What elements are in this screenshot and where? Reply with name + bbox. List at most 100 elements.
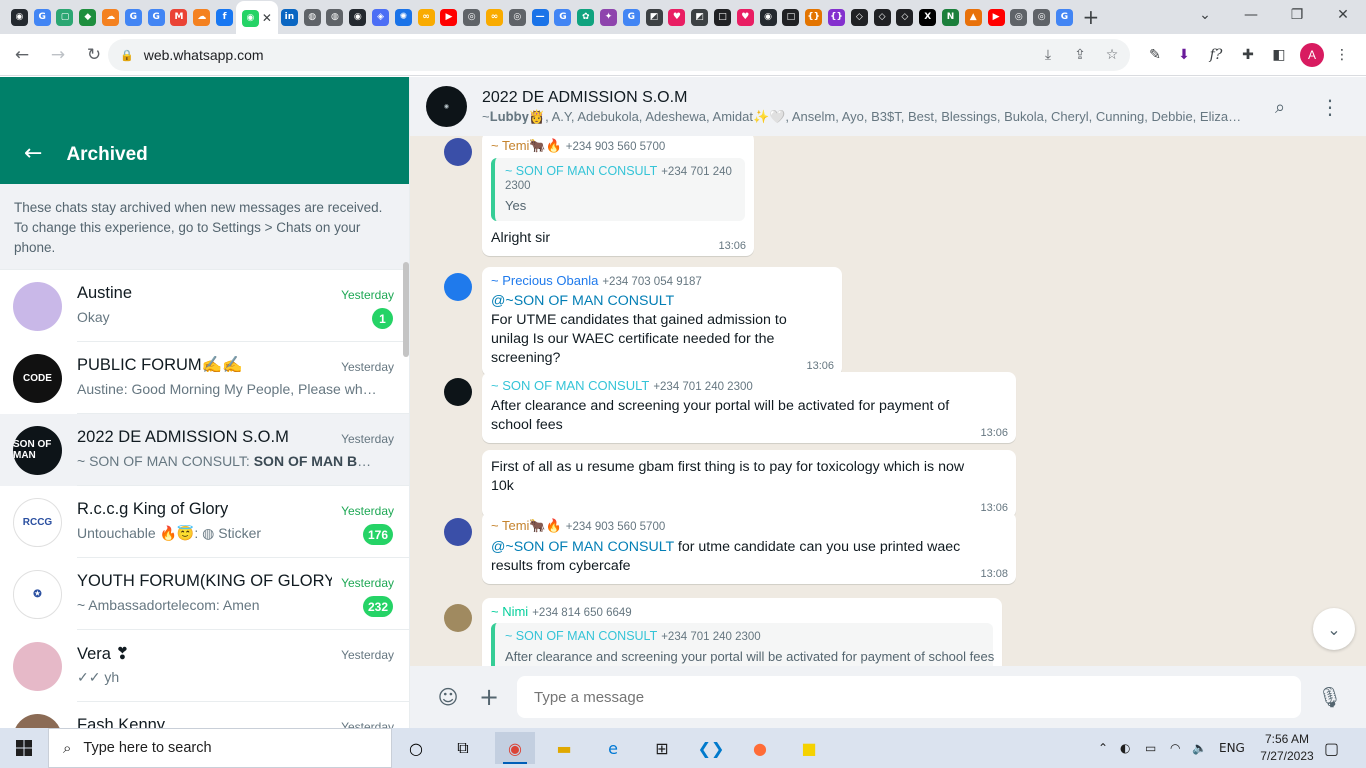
browser-tab[interactable]: ☁ (99, 2, 122, 32)
browser-tab[interactable]: G (1053, 2, 1076, 32)
windows-start-icon[interactable] (0, 728, 48, 768)
browser-tab[interactable]: ☁ (190, 2, 213, 32)
chat-list-scrollbar[interactable] (403, 262, 409, 357)
browser-tab[interactable]: — (529, 2, 552, 32)
browser-tab[interactable]: ◩ (688, 2, 711, 32)
browser-tab[interactable]: □ (711, 2, 734, 32)
sticky-notes-icon[interactable]: ■ (789, 732, 829, 764)
url-text[interactable]: web.whatsapp.com (144, 47, 264, 63)
browser-tab[interactable]: in (278, 2, 301, 32)
group-avatar[interactable]: ◉ (426, 86, 467, 127)
battery-icon[interactable]: ▭ (1145, 728, 1156, 768)
conversation-header[interactable]: ◉ 2022 DE ADMISSION S.O.M ~𝐋𝐮𝐛𝐛𝐲👸, A.Y, … (410, 77, 1366, 136)
tab-search-icon[interactable]: ⌄ (1182, 0, 1228, 30)
browser-tab[interactable]: ◍ (324, 2, 347, 32)
chrome-menu-icon[interactable]: ⋮ (1330, 43, 1354, 67)
browser-tab[interactable]: ◎ (1007, 2, 1030, 32)
task-view-icon[interactable]: ⧉ (443, 732, 483, 764)
message-bubble[interactable]: ~ SON OF MAN CONSULT +234 701 240 2300 Aft… (482, 372, 1016, 443)
browser-tab[interactable]: ◆ (76, 2, 99, 32)
volume-icon[interactable]: 🔈 (1192, 728, 1207, 768)
forward-icon[interactable]: → (42, 39, 74, 71)
browser-tab[interactable]: G (552, 2, 575, 32)
chat-list-item[interactable]: CODE PUBLIC FORUM✍✍ Austine: Good Morning … (0, 342, 409, 414)
sender-avatar[interactable] (444, 138, 472, 166)
tray-network-app-icon[interactable]: ◐ (1120, 728, 1130, 768)
download-extension-icon[interactable]: ⬇ (1172, 43, 1196, 67)
browser-tab[interactable]: G (122, 2, 145, 32)
tray-chevron-icon[interactable]: ⌃ (1098, 728, 1108, 768)
menu-icon[interactable]: ⋮ (1318, 95, 1342, 119)
browser-tab[interactable]: ◩ (643, 2, 666, 32)
browser-tab[interactable]: ▶ (438, 2, 461, 32)
chat-list-item[interactable]: RCCG R.c.c.g King of Glory Untouchable 🔥😇:… (0, 486, 409, 558)
scroll-down-icon[interactable]: ⌄ (1313, 608, 1355, 650)
eyedropper-extension-icon[interactable]: ✎ (1143, 43, 1167, 67)
message-bubble[interactable]: ~ Temi🐂🔥 +234 903 560 5700 @~SON OF MAN CO… (482, 512, 1016, 584)
browser-tab[interactable]: ∞ (415, 2, 438, 32)
browser-tab[interactable]: □ (780, 2, 803, 32)
browser-tab[interactable]: {} (825, 2, 848, 32)
message-sender-name[interactable]: ~ Temi🐂🔥 (491, 138, 562, 153)
group-title[interactable]: 2022 DE ADMISSION S.O.M (482, 89, 687, 107)
clock[interactable]: 7:56 AM 7/27/2023 (1254, 731, 1320, 765)
browser-tab[interactable]: ✦ (597, 2, 620, 32)
message-bubble[interactable]: ~ Precious Obanla +234 703 054 9187 @~SON … (482, 267, 842, 376)
postman-icon[interactable]: ● (740, 732, 780, 764)
group-logo-icon[interactable]: SON OF MAN (13, 425, 62, 475)
sender-avatar[interactable] (444, 273, 472, 301)
message-sender-name[interactable]: ~ Precious Obanla (491, 273, 598, 288)
share-icon[interactable]: ⇪ (1070, 45, 1090, 65)
mention-link[interactable]: @~SON OF MAN CONSULT (491, 539, 674, 555)
browser-tab[interactable]: ▶ (985, 2, 1008, 32)
browser-tab[interactable]: f (213, 2, 236, 32)
sender-avatar[interactable] (444, 518, 472, 546)
tab-whatsapp-active[interactable]: ◉ ✕ (235, 1, 278, 35)
browser-tab[interactable]: ◇ (871, 2, 894, 32)
chrome-taskbar-icon[interactable]: ◉ (495, 732, 535, 764)
close-window-icon[interactable]: ✕ (1320, 0, 1366, 30)
browser-tab[interactable]: ◇ (848, 2, 871, 32)
fonts-extension-icon[interactable]: f? (1204, 43, 1228, 67)
restore-icon[interactable]: ❐ (1274, 0, 1320, 30)
chat-list-item[interactable]: Vera ❣ ✓✓ yh Yesterday (0, 630, 409, 702)
profile-avatar[interactable]: A (1300, 43, 1324, 67)
browser-tab[interactable]: G (145, 2, 168, 32)
search-icon[interactable]: ⌕ (1268, 95, 1292, 119)
bookmark-star-icon[interactable]: ☆ (1102, 45, 1122, 65)
address-bar[interactable]: 🔒 web.whatsapp.com ⤓ ⇪ ☆ (108, 39, 1130, 71)
back-arrow-icon[interactable]: ← (24, 141, 42, 166)
browser-tab[interactable]: ♥ (666, 2, 689, 32)
taskbar-search[interactable]: ⌕ Type here to search (48, 728, 392, 768)
microphone-icon[interactable]: 🎙 (1317, 684, 1343, 710)
browser-tab[interactable]: ✿ (574, 2, 597, 32)
browser-tab[interactable]: ✺ (392, 2, 415, 32)
rccg-logo-icon[interactable]: RCCG (13, 497, 62, 547)
browser-tab[interactable]: G (620, 2, 643, 32)
emoji-icon[interactable]: ☺ (435, 684, 461, 710)
browser-tab[interactable]: M (168, 2, 191, 32)
language-indicator[interactable]: ENG (1219, 728, 1245, 768)
browser-tab[interactable]: ♥ (734, 2, 757, 32)
minimize-icon[interactable]: — (1228, 0, 1274, 30)
message-input[interactable] (517, 676, 1301, 718)
browser-tab[interactable]: ◉ (346, 2, 369, 32)
message-bubble[interactable]: ~ Temi🐂🔥 +234 903 560 5700 ~ SON OF MAN CO… (482, 136, 754, 256)
notifications-icon[interactable]: ▢ (1324, 728, 1339, 768)
store-icon[interactable]: ⊞ (642, 732, 682, 764)
chat-list-item[interactable]: Fash Kenny Yesterday (0, 702, 409, 728)
new-tab-button[interactable]: + (1076, 5, 1106, 29)
lock-icon[interactable]: 🔒 (120, 49, 134, 62)
browser-tab[interactable]: {} (802, 2, 825, 32)
chat-list-item[interactable]: Austine Okay Yesterday 1 (0, 270, 409, 342)
install-app-icon[interactable]: ⤓ (1038, 45, 1058, 65)
badge-logo-icon[interactable]: ✪ (13, 569, 62, 619)
browser-tab[interactable]: ◉ (8, 2, 31, 32)
browser-tab[interactable]: ▢ (54, 2, 77, 32)
sender-avatar[interactable] (444, 604, 472, 632)
reload-icon[interactable]: ↻ (78, 39, 110, 71)
cortana-icon[interactable]: ○ (396, 732, 436, 764)
message-sender-name[interactable]: ~ Temi🐂🔥 (491, 518, 562, 533)
extensions-puzzle-icon[interactable]: ✚ (1236, 43, 1260, 67)
message-sender-name[interactable]: ~ Nimi (491, 604, 528, 619)
